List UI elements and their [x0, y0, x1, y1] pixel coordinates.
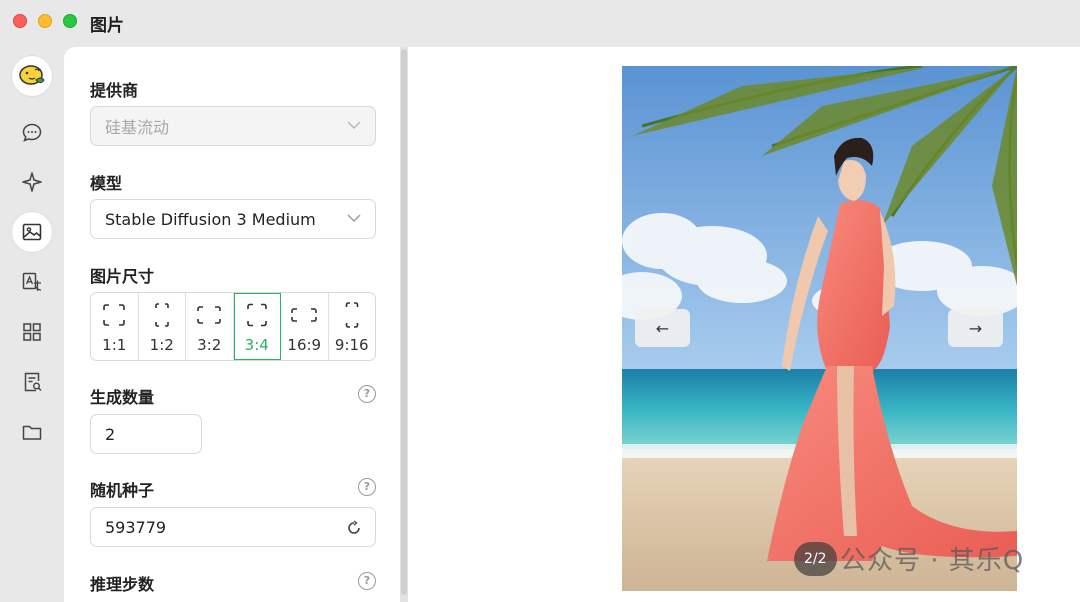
title-bar: 图片: [0, 0, 1080, 47]
seed-help-icon[interactable]: ?: [358, 478, 376, 496]
steps-label: 推理步数: [90, 575, 155, 594]
sidebar-item-image[interactable]: [12, 212, 52, 252]
settings-panel: 提供商 硅基流动 模型 Stable Diffusion 3 Medium 图片…: [64, 47, 410, 602]
arrow-right-icon: →: [968, 318, 983, 338]
seed-input[interactable]: 593779: [90, 507, 376, 547]
zoom-window-button[interactable]: [63, 14, 77, 28]
previous-image-button[interactable]: ←: [635, 309, 690, 347]
sidebar-item-agents[interactable]: [12, 162, 52, 202]
sidebar-item-files[interactable]: [12, 362, 52, 402]
size-option-3-4[interactable]: 3:4: [233, 293, 281, 360]
model-select[interactable]: Stable Diffusion 3 Medium: [90, 199, 376, 239]
size-option-1-2[interactable]: 1:2: [139, 293, 186, 360]
count-value: 2: [105, 424, 116, 444]
aspect-1-2-icon: [154, 303, 169, 327]
document-search-icon: [24, 372, 42, 392]
size-label: 3:2: [197, 336, 222, 354]
provider-value: 硅基流动: [105, 118, 170, 137]
window-title: 图片: [90, 16, 124, 36]
minimize-window-button[interactable]: [38, 14, 52, 28]
image-size-label: 图片尺寸: [90, 267, 155, 286]
watermark-text: 公众号 · 其乐Q: [840, 546, 1025, 576]
count-input[interactable]: 2: [90, 414, 202, 454]
settings-scrollbar[interactable]: [400, 47, 408, 602]
sidebar-item-folder[interactable]: [12, 412, 52, 452]
size-label: 1:1: [102, 336, 127, 354]
model-value: Stable Diffusion 3 Medium: [105, 209, 316, 229]
provider-select: 硅基流动: [90, 106, 376, 146]
grid-icon: [23, 323, 41, 341]
sidebar-item-apps[interactable]: [12, 312, 52, 352]
image-viewer: ← → 2/2 公众号 · 其乐Q: [410, 47, 1080, 602]
next-image-button[interactable]: →: [948, 309, 1003, 347]
avatar[interactable]: [12, 56, 52, 96]
chevron-down-icon: [347, 214, 361, 222]
sidebar-item-translate[interactable]: [12, 262, 52, 302]
aspect-3-2-icon: [197, 306, 222, 324]
aspect-3-4-icon: [246, 303, 267, 327]
scrollbar-thumb[interactable]: [401, 49, 407, 595]
sparkle-icon: [22, 172, 42, 192]
translate-icon: [22, 272, 42, 291]
size-label: 1:2: [149, 336, 174, 354]
image-icon: [22, 223, 42, 241]
size-option-16-9[interactable]: 16:9: [281, 293, 329, 360]
chevron-down-icon: [347, 121, 361, 129]
size-option-1-1[interactable]: 1:1: [91, 293, 139, 360]
lemon-avatar-icon: [19, 65, 45, 85]
model-label: 模型: [90, 174, 123, 193]
image-counter: 2/2: [794, 542, 837, 576]
provider-label: 提供商: [90, 81, 139, 100]
close-window-button[interactable]: [13, 14, 27, 28]
folder-icon: [22, 425, 42, 440]
refresh-icon[interactable]: [346, 520, 362, 536]
chat-bubble-icon: [22, 123, 42, 142]
image-size-selector: 1:1 1:2 3:2 3:4 16:9 9:16: [90, 292, 376, 361]
size-option-3-2[interactable]: 3:2: [186, 293, 234, 360]
aspect-1-1-icon: [103, 304, 126, 326]
icon-sidebar: [0, 47, 64, 602]
aspect-16-9-icon: [291, 308, 318, 322]
size-option-9-16[interactable]: 9:16: [329, 293, 376, 360]
size-label: 16:9: [287, 336, 322, 354]
arrow-left-icon: ←: [655, 318, 670, 338]
steps-help-icon[interactable]: ?: [358, 572, 376, 590]
sidebar-item-chat[interactable]: [12, 113, 52, 153]
aspect-9-16-icon: [345, 302, 359, 328]
seed-label: 随机种子: [90, 481, 155, 500]
size-label: 9:16: [334, 336, 369, 354]
size-label: 3:4: [244, 336, 269, 354]
count-label: 生成数量: [90, 388, 155, 407]
seed-value: 593779: [105, 517, 167, 537]
count-help-icon[interactable]: ?: [358, 385, 376, 403]
